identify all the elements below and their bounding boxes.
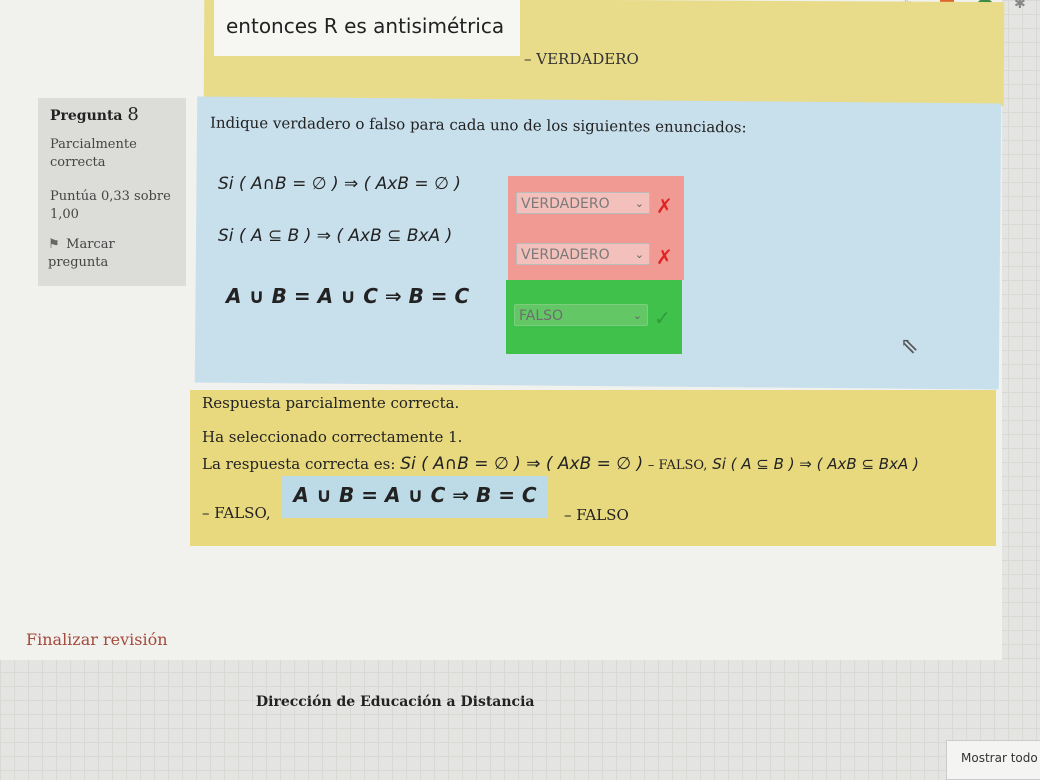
right-answer-formula-2: Si ( A ⊆ B ) ⇒ ( AxB ⊆ BxA ) xyxy=(712,455,919,473)
feedback-right-answer: La respuesta correcta es: Si ( A∩B = ∅ )… xyxy=(202,454,919,474)
chevron-down-icon: ⌄ xyxy=(634,248,644,261)
statement-3: A ∪ B = A ∪ C ⇒ B = C xyxy=(226,284,470,308)
question-state: Parcialmente correcta xyxy=(50,137,137,170)
right-answer-value-3: – FALSO xyxy=(564,506,629,524)
finish-review-link[interactable]: Finalizar revisión xyxy=(26,630,168,649)
question-info: Pregunta 8 Parcialmente correcta Puntúa … xyxy=(38,98,186,286)
answer-select-2-value: VERDADERO xyxy=(521,247,610,263)
statement-2: Si ( A ⊆ B ) ⇒ ( AxB ⊆ BxA ) xyxy=(218,226,453,246)
right-answer-formula-3: A ∪ B = A ∪ C ⇒ B = C xyxy=(282,476,548,518)
previous-statement: entonces R es antisimétrica xyxy=(226,14,505,38)
answer-select-3-value: FALSO xyxy=(519,308,564,324)
puzzle-icon[interactable]: ✱ xyxy=(1014,0,1026,12)
mouse-pointer-icon: ⇖ xyxy=(900,334,919,359)
chevron-down-icon: ⌄ xyxy=(634,197,644,210)
flag-question-link[interactable]: ⚑ Marcar pregunta xyxy=(48,236,168,272)
feedback-correct-count: Ha seleccionado correctamente 1. xyxy=(202,428,463,446)
right-answer-value-1: – FALSO, xyxy=(647,458,708,473)
answer-select-1[interactable]: VERDADERO ⌄ xyxy=(516,192,650,214)
question-title: Pregunta 8 xyxy=(50,106,139,125)
answer-select-3[interactable]: FALSO ⌄ xyxy=(514,304,648,326)
correct-icon: ✓ xyxy=(654,306,671,330)
right-answer-value-2: – FALSO, xyxy=(202,504,271,522)
statement-1: Si ( A∩B = ∅ ) ⇒ ( AxB = ∅ ) xyxy=(218,174,461,194)
right-answer-label: La respuesta correcta es: xyxy=(202,455,396,473)
answer-select-2[interactable]: VERDADERO ⌄ xyxy=(516,243,650,265)
question-grade: Puntúa 0,33 sobre 1,00 xyxy=(50,189,171,222)
incorrect-icon: ✗ xyxy=(656,194,673,218)
feedback-summary: Respuesta parcialmente correcta. xyxy=(202,394,460,412)
footer-title: Dirección de Educación a Distancia xyxy=(256,694,535,710)
answer-select-1-value: VERDADERO xyxy=(521,196,610,212)
question-number: 8 xyxy=(127,104,139,125)
incorrect-icon: ✗ xyxy=(656,245,673,269)
question-label: Pregunta xyxy=(50,108,123,124)
chevron-down-icon: ⌄ xyxy=(632,309,642,322)
flag-icon: ⚑ xyxy=(48,237,60,252)
right-answer-formula-1: Si ( A∩B = ∅ ) ⇒ ( AxB = ∅ ) xyxy=(400,454,644,474)
previous-answer: – VERDADERO xyxy=(524,50,639,68)
show-all-button[interactable]: Mostrar todo xyxy=(946,740,1040,780)
